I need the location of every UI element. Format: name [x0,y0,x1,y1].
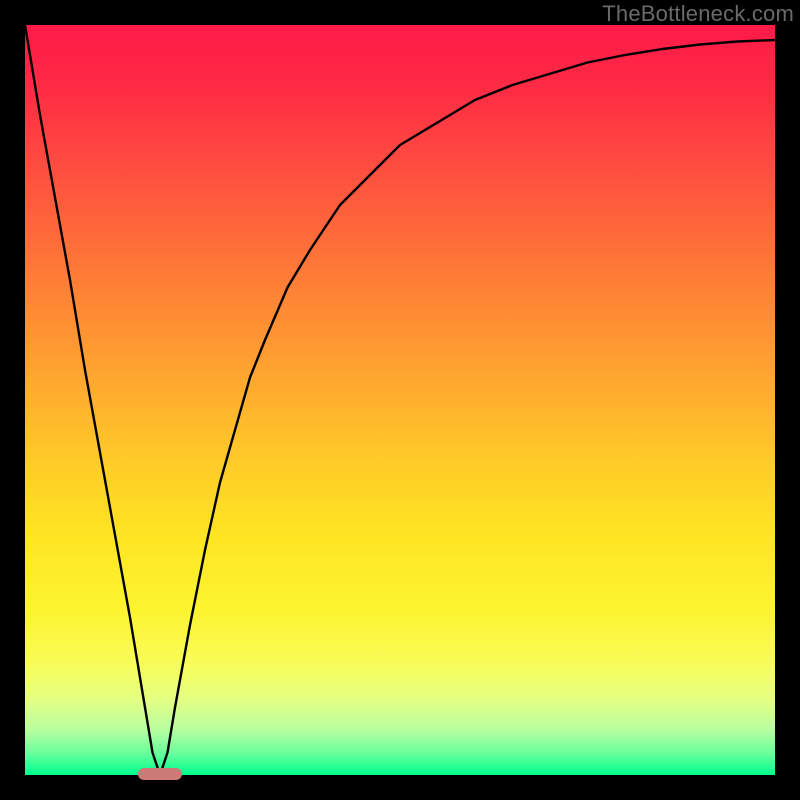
plot-area [25,25,775,775]
bottleneck-curve [25,25,775,775]
minimum-marker [138,768,182,780]
watermark-text: TheBottleneck.com [602,1,794,27]
chart-frame: TheBottleneck.com [0,0,800,800]
